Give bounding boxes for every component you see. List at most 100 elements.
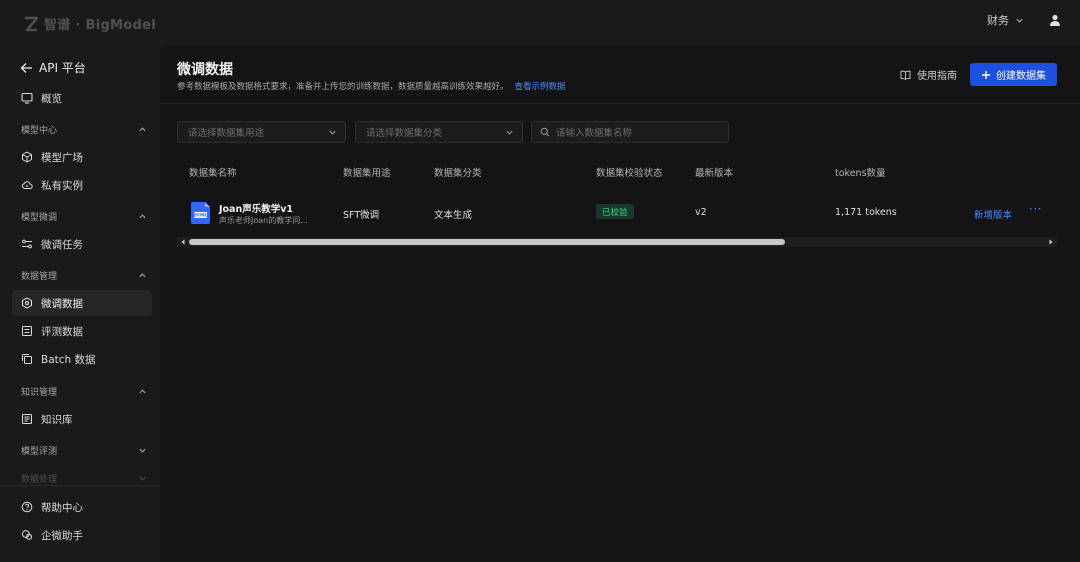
add-version-link[interactable]: 新增版本 [974, 207, 1012, 221]
sidebar-item-label: 帮助中心 [41, 501, 83, 514]
topbar-actions: 财务 [987, 12, 1062, 28]
sidebar-item-label: Batch 数据 [41, 353, 96, 366]
monitor-icon [21, 92, 33, 104]
dataset-category-select[interactable]: 请选择数据集分类 [355, 121, 523, 143]
chevron-down-icon [139, 476, 146, 481]
dataset-name-search-placeholder: 请输入数据集名称 [556, 128, 633, 139]
finance-menu[interactable]: 财务 [987, 12, 1024, 28]
copy-icon [22, 354, 32, 364]
sidebar-group-model-finetune[interactable]: 模型微调 [21, 208, 147, 224]
file-type-label: JSONL [193, 213, 208, 218]
dataset-category-placeholder: 请选择数据集分类 [366, 128, 443, 139]
sidebar-item-overview[interactable]: 概览 [12, 85, 152, 111]
chevron-down-icon [1016, 18, 1023, 23]
sidebar-group-label: 模型中心 [21, 125, 58, 136]
sidebar-item-finetune-task[interactable]: 微调任务 [12, 231, 152, 257]
dataset-name-search[interactable]: 请输入数据集名称 [531, 121, 729, 143]
list-icon [22, 326, 32, 336]
sidebar-group-label: 模型微调 [21, 212, 58, 223]
chevron-up-icon [139, 388, 146, 393]
sidebar-group-label: 模型评测 [21, 446, 58, 457]
column-header-purpose: 数据集用途 [343, 168, 391, 179]
page-description: 参考数据模板及数据格式要求，准备并上传您的训练数据，数据质量越高训练效果越好。查… [177, 80, 566, 92]
app-root: 智谱 · BigModel 财务 API 平台 概览 模型中心 模型广场 私有实… [0, 0, 1080, 562]
dataset-icon [22, 297, 32, 309]
column-header-version: 最新版本 [695, 168, 734, 179]
sidebar-item-label: 微调数据 [41, 297, 83, 310]
sidebar-item-label: 模型广场 [41, 151, 83, 164]
logo: 智谱 · BigModel [24, 14, 156, 33]
usage-guide-button[interactable]: 使用指南 [900, 67, 957, 82]
book-open-icon [900, 70, 911, 80]
sidebar-group-knowledge-management[interactable]: 知识管理 [21, 383, 147, 399]
sidebar: API 平台 概览 模型中心 模型广场 私有实例 模型微调 微调任务 数据管理 … [0, 46, 160, 562]
scrollbar-thumb[interactable] [189, 239, 785, 245]
page-title: 微调数据 [177, 62, 233, 78]
column-header-tokens: tokens数量 [835, 168, 886, 179]
finance-label: 财务 [987, 14, 1009, 27]
sidebar-item-wecom-assistant[interactable]: 企微助手 [12, 522, 152, 548]
plus-icon [982, 70, 990, 79]
view-example-data-link[interactable]: 查看示例数据 [515, 82, 566, 92]
cloud-icon [21, 181, 33, 189]
book-icon [22, 414, 32, 424]
user-icon[interactable] [1048, 13, 1062, 27]
scroll-left-icon[interactable] [179, 238, 187, 246]
scroll-right-icon[interactable] [1047, 238, 1055, 246]
column-header-category: 数据集分类 [434, 168, 482, 179]
dataset-purpose: SFT微调 [343, 210, 380, 221]
back-to-api-platform[interactable]: API 平台 [20, 59, 86, 76]
back-label: API 平台 [39, 61, 86, 75]
table-horizontal-scrollbar[interactable] [177, 237, 1057, 247]
logo-mark-icon [25, 16, 38, 31]
sidebar-group-label: 数据处理 [21, 474, 58, 485]
header-divider [160, 103, 1080, 104]
sidebar-item-knowledge-base[interactable]: 知识库 [12, 406, 152, 432]
sidebar-item-model-plaza[interactable]: 模型广场 [12, 144, 152, 170]
chevron-down-icon [506, 130, 513, 135]
dataset-description: 声乐老师Joan的教学问... [219, 216, 308, 225]
sidebar-item-label: 概览 [41, 92, 62, 105]
create-dataset-label: 创建数据集 [996, 71, 1046, 82]
latest-version: v2 [695, 207, 707, 218]
chevron-up-icon [139, 126, 146, 131]
sidebar-group-data-processing[interactable]: 数据处理 [21, 470, 147, 486]
sidebar-item-batch-data[interactable]: Batch 数据 [12, 346, 152, 372]
dataset-purpose-select[interactable]: 请选择数据集用途 [177, 121, 346, 143]
sidebar-group-data-management[interactable]: 数据管理 [21, 267, 147, 283]
chevron-up-icon [139, 213, 146, 218]
sidebar-item-label: 微调任务 [41, 238, 83, 251]
status-badge: 已校验 [596, 204, 634, 219]
usage-guide-label: 使用指南 [917, 71, 957, 82]
tokens-count: 1,171 tokens [835, 207, 897, 218]
table-row[interactable]: JSONL Joan声乐教学v1 声乐老师Joan的教学问... SFT微调 文… [177, 194, 1057, 234]
create-dataset-button[interactable]: 创建数据集 [970, 63, 1057, 86]
top-bar: 智谱 · BigModel 财务 [0, 0, 1080, 46]
search-icon [540, 127, 550, 137]
dataset-name[interactable]: Joan声乐教学v1 [219, 201, 293, 215]
dataset-purpose-placeholder: 请选择数据集用途 [188, 128, 265, 139]
arrow-left-icon [20, 62, 32, 73]
more-actions-button[interactable]: ··· [1029, 202, 1042, 216]
sidebar-group-model-eval[interactable]: 模型评测 [21, 442, 147, 458]
sidebar-group-model-center[interactable]: 模型中心 [21, 121, 147, 137]
sidebar-group-label: 数据管理 [21, 271, 58, 282]
cube-icon [22, 151, 32, 163]
column-header-name: 数据集名称 [189, 168, 237, 179]
sidebar-item-finetune-data[interactable]: 微调数据 [12, 290, 152, 316]
chevron-down-icon [329, 130, 336, 135]
sidebar-item-eval-data[interactable]: 评测数据 [12, 318, 152, 344]
jsonl-file-icon: JSONL [191, 202, 210, 224]
logo-text: 智谱 · BigModel [44, 18, 157, 33]
sidebar-divider [0, 485, 160, 486]
dataset-category: 文本生成 [434, 210, 473, 221]
page-description-text: 参考数据模板及数据格式要求，准备并上传您的训练数据，数据质量越高训练效果越好。 [177, 82, 509, 92]
sidebar-item-label: 知识库 [41, 413, 73, 426]
help-circle-icon [21, 501, 33, 513]
sidebar-item-private-instance[interactable]: 私有实例 [12, 172, 152, 198]
column-header-status: 数据集校验状态 [596, 168, 663, 179]
sliders-icon [22, 239, 32, 249]
chevron-up-icon [139, 272, 146, 277]
sidebar-item-label: 私有实例 [41, 179, 83, 192]
sidebar-item-help-center[interactable]: 帮助中心 [12, 494, 152, 520]
